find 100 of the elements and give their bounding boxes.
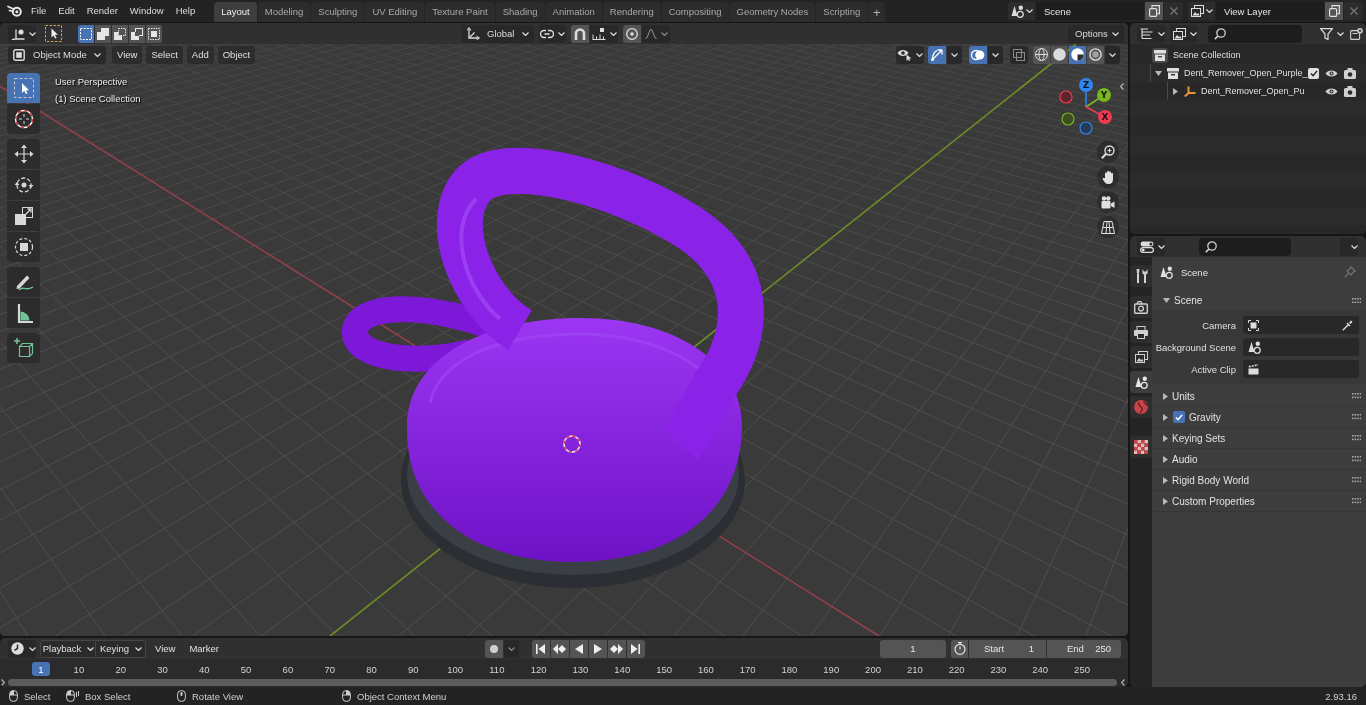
pivot-point-dropdown[interactable]: [539, 24, 566, 43]
properties-tab[interactable]: [1130, 296, 1152, 318]
axis-handle[interactable]: Z: [1079, 78, 1093, 108]
outliner-item-label[interactable]: Scene Collection: [1173, 50, 1241, 60]
properties-tab[interactable]: [1130, 346, 1152, 368]
drag-handle-icon[interactable]: [1351, 414, 1361, 420]
menu-item[interactable]: Render: [80, 2, 124, 20]
editor-type-dropdown[interactable]: [8, 639, 36, 658]
drag-handle-icon[interactable]: [1351, 435, 1361, 441]
workspace-tab[interactable]: Geometry Nodes: [729, 2, 816, 22]
workspace-tab[interactable]: Layout: [214, 2, 257, 22]
auto-keying-toggle[interactable]: [484, 639, 503, 658]
axis-handle[interactable]: X: [1085, 106, 1112, 124]
properties-tab[interactable]: [1130, 436, 1152, 458]
snap-toggle[interactable]: [571, 24, 589, 43]
playback-button[interactable]: [569, 639, 588, 658]
editor-type-dropdown[interactable]: [1137, 237, 1165, 256]
tool-button[interactable]: [7, 298, 40, 328]
workspace-tab[interactable]: Modeling: [257, 2, 311, 22]
drag-handle-icon[interactable]: [1351, 477, 1361, 483]
select-mode-button[interactable]: [112, 24, 128, 43]
orientation-dropdown[interactable]: Global: [462, 24, 534, 43]
axis-handle[interactable]: [1061, 112, 1075, 126]
display-mode-dropdown[interactable]: [1170, 24, 1197, 43]
eye-icon[interactable]: [1325, 68, 1338, 78]
zoom-button[interactable]: [1097, 141, 1119, 163]
picker-field[interactable]: [1243, 316, 1359, 334]
panel-header[interactable]: Keying Sets: [1152, 428, 1366, 449]
options-dropdown[interactable]: Options: [1068, 24, 1124, 43]
workspace-tab[interactable]: Rendering: [602, 2, 661, 22]
checkbox[interactable]: [1308, 67, 1319, 79]
copy-button[interactable]: [1325, 2, 1343, 20]
editor-type-dropdown[interactable]: [1137, 24, 1165, 43]
playback-button[interactable]: [626, 639, 645, 658]
workspace-tab[interactable]: Sculpting: [311, 2, 365, 22]
start-frame-field[interactable]: Start 1: [969, 639, 1046, 658]
workspace-tab[interactable]: Shading: [495, 2, 545, 22]
active-tool-button[interactable]: [44, 24, 63, 43]
search-field[interactable]: [1199, 237, 1291, 256]
chevron-left-icon[interactable]: [1121, 678, 1125, 686]
scene-selector-dropdown[interactable]: [1008, 2, 1035, 20]
select-mode-button[interactable]: [146, 24, 162, 43]
camera-view-button[interactable]: [1097, 191, 1119, 213]
outliner-item-label[interactable]: Dent_Remover_Open_Purple_: [1184, 68, 1308, 78]
outliner-item-label[interactable]: Dent_Remover_Open_Pu: [1201, 86, 1305, 96]
menu-item[interactable]: Marker: [184, 639, 224, 658]
workspace-tab[interactable]: UV Editing: [365, 2, 425, 22]
scene-name-field[interactable]: Scene: [1036, 2, 1144, 20]
playback-button[interactable]: [531, 639, 550, 658]
current-frame-indicator[interactable]: 1: [32, 662, 50, 676]
select-mode-button[interactable]: [95, 24, 111, 43]
drag-handle-icon[interactable]: [1351, 297, 1361, 304]
panel-header[interactable]: Rigid Body World: [1152, 470, 1366, 491]
playback-button[interactable]: [607, 639, 626, 658]
current-frame-field[interactable]: 1: [880, 639, 946, 658]
menu-item[interactable]: Window: [123, 2, 170, 20]
menu-dropdown[interactable]: Keying: [96, 639, 146, 658]
properties-tab[interactable]: [1130, 321, 1152, 343]
playback-button[interactable]: [588, 639, 607, 658]
remove-button[interactable]: [1344, 2, 1363, 20]
eyedropper-icon[interactable]: [1342, 319, 1353, 331]
view-layer-dropdown[interactable]: [1188, 2, 1215, 20]
add-workspace-button[interactable]: +: [868, 2, 886, 22]
tool-button[interactable]: [7, 170, 40, 200]
workspace-tab[interactable]: Scripting: [816, 2, 868, 22]
app-logo-icon[interactable]: [7, 5, 22, 17]
menu-item[interactable]: Help: [169, 2, 202, 20]
chevron-right-icon[interactable]: [1, 678, 5, 686]
drag-handle-icon[interactable]: [1351, 393, 1361, 399]
playback-button[interactable]: [550, 639, 569, 658]
panel-header[interactable]: Gravity: [1152, 407, 1366, 428]
copy-button[interactable]: [1145, 2, 1163, 20]
tool-button[interactable]: [7, 267, 40, 297]
picker-field[interactable]: [1243, 360, 1359, 378]
workspace-tab[interactable]: Compositing: [661, 2, 729, 22]
camera-icon[interactable]: [1344, 85, 1356, 97]
panel-header[interactable]: Custom Properties: [1152, 491, 1366, 512]
axis-handle[interactable]: Y: [1085, 88, 1111, 108]
menu-item[interactable]: View: [150, 639, 181, 658]
drag-handle-icon[interactable]: [1351, 498, 1361, 504]
axis-handle[interactable]: [1079, 121, 1093, 135]
menu-dropdown[interactable]: Playback: [40, 639, 96, 658]
snap-target-dropdown[interactable]: [590, 24, 618, 43]
pan-button[interactable]: [1097, 166, 1119, 188]
select-mode-button[interactable]: [129, 24, 145, 43]
tool-button[interactable]: [7, 201, 40, 231]
eye-icon[interactable]: [1325, 86, 1338, 96]
tool-button[interactable]: [7, 139, 40, 169]
menu-item[interactable]: File: [25, 2, 53, 20]
tool-button[interactable]: [7, 104, 40, 134]
projection-button[interactable]: [1097, 216, 1119, 238]
properties-tab[interactable]: [1130, 265, 1152, 287]
panel-header[interactable]: Units: [1152, 386, 1366, 407]
tool-button[interactable]: [7, 232, 40, 262]
panel-header[interactable]: Scene: [1152, 290, 1366, 311]
picker-field[interactable]: [1243, 338, 1359, 356]
panel-header[interactable]: Audio: [1152, 449, 1366, 470]
checkbox[interactable]: [1173, 411, 1185, 423]
camera-icon[interactable]: [1344, 67, 1356, 79]
new-collection-icon[interactable]: [1350, 27, 1363, 40]
